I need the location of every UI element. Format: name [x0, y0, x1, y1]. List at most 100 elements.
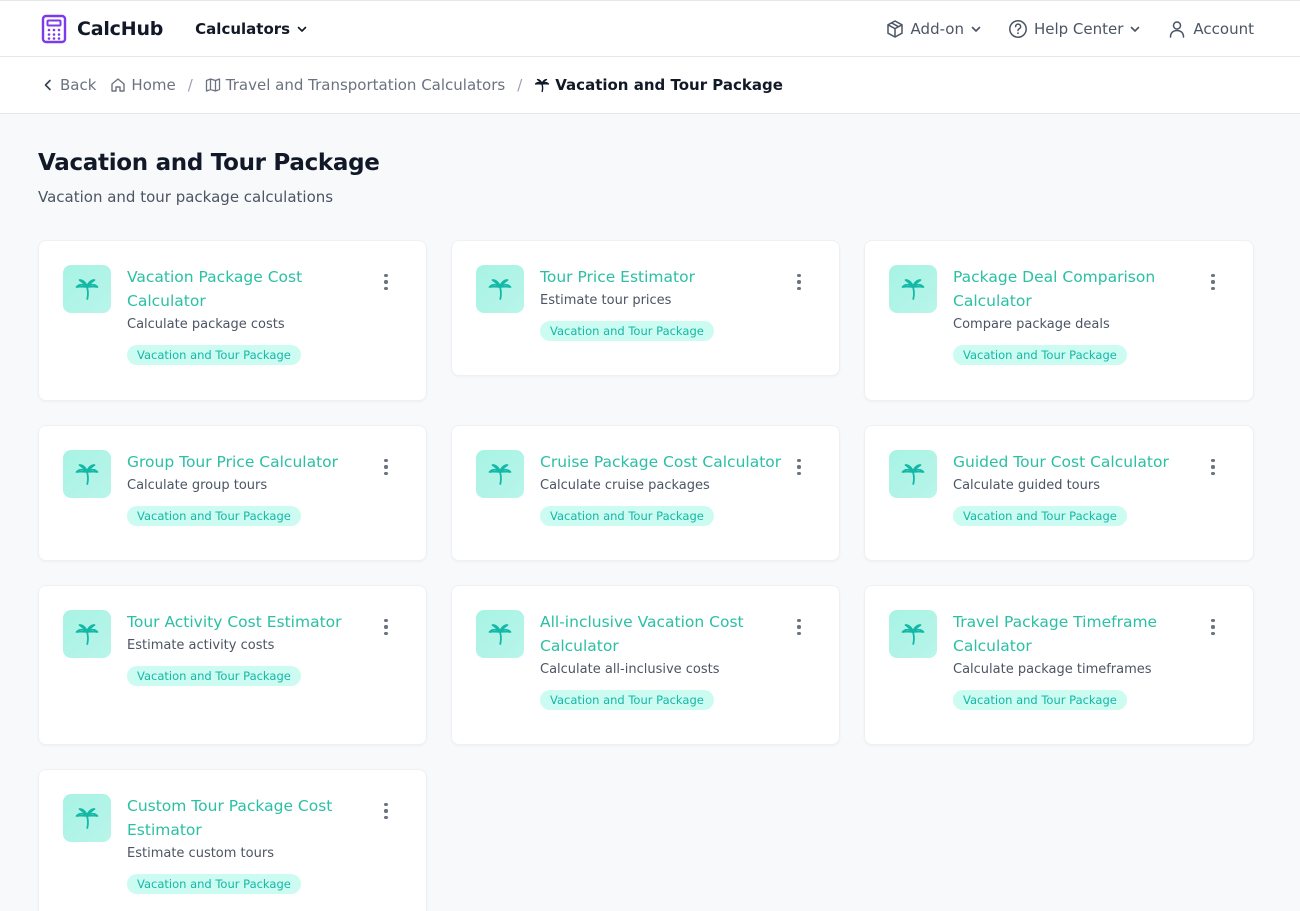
more-options-button[interactable]	[378, 456, 394, 478]
breadcrumb-separator: /	[517, 76, 523, 94]
more-vertical-icon-dot	[384, 802, 388, 807]
card-description: Calculate package timeframes	[953, 662, 1152, 677]
brand-link[interactable]: CalcHub	[41, 14, 163, 44]
card-description: Calculate all-inclusive costs	[540, 662, 720, 677]
card-body: Custom Tour Package Cost Estimator Estim…	[127, 794, 402, 911]
category-tag[interactable]: Vacation and Tour Package	[953, 690, 1127, 710]
calculators-menu-label: Calculators	[195, 19, 291, 38]
card-title[interactable]: Custom Tour Package Cost Estimator	[127, 794, 374, 842]
category-tag[interactable]: Vacation and Tour Package	[953, 506, 1127, 526]
card-title[interactable]: Package Deal Comparison Calculator	[953, 265, 1201, 313]
more-vertical-icon-dot	[1211, 631, 1215, 636]
addon-menu[interactable]: Add-on	[885, 19, 982, 39]
back-label: Back	[60, 76, 97, 94]
card-description: Calculate cruise packages	[540, 478, 710, 493]
calculator-card[interactable]: Vacation Package Cost Calculator Calcula…	[38, 240, 427, 401]
breadcrumb-category[interactable]: Travel and Transportation Calculators	[205, 76, 505, 94]
more-vertical-icon-dot	[1211, 286, 1215, 291]
more-vertical-icon-dot	[797, 286, 801, 291]
help-center-label: Help Center	[1033, 19, 1124, 38]
calculator-grid: Vacation Package Cost Calculator Calcula…	[38, 240, 1254, 911]
more-vertical-icon-dot	[797, 273, 801, 278]
more-options-button[interactable]	[378, 616, 394, 638]
calculator-card[interactable]: Tour Price Estimator Estimate tour price…	[451, 240, 840, 376]
card-title[interactable]: Cruise Package Cost Calculator	[540, 450, 787, 474]
more-options-button[interactable]	[1205, 616, 1221, 638]
breadcrumb-separator: /	[187, 76, 193, 94]
more-options-button[interactable]	[1205, 271, 1221, 293]
card-title[interactable]: Tour Price Estimator	[540, 265, 787, 289]
card-description: Calculate group tours	[127, 478, 268, 493]
more-vertical-icon-dot	[384, 625, 388, 629]
more-vertical-icon-dot	[384, 618, 388, 623]
card-body: Travel Package Timeframe Calculator Calc…	[953, 610, 1229, 744]
more-vertical-icon-dot	[1211, 625, 1215, 629]
chevron-down-icon	[297, 26, 307, 32]
more-vertical-icon-dot	[797, 458, 801, 463]
more-options-button[interactable]	[1205, 456, 1221, 478]
more-vertical-icon-dot	[1211, 471, 1215, 476]
map-icon	[205, 78, 220, 92]
calculator-icon	[41, 14, 67, 44]
card-description: Estimate custom tours	[127, 846, 274, 861]
brand-name: CalcHub	[77, 17, 164, 40]
card-title[interactable]: Guided Tour Cost Calculator	[953, 450, 1201, 474]
category-tag[interactable]: Vacation and Tour Package	[127, 874, 301, 894]
top-nav: CalcHub Calculators Add-on Help Center A…	[0, 0, 1300, 57]
calculator-card[interactable]: Group Tour Price Calculator Calculate gr…	[38, 425, 427, 561]
card-title[interactable]: Group Tour Price Calculator	[127, 450, 374, 474]
palm-tree-icon	[63, 610, 111, 658]
calculator-card[interactable]: Guided Tour Cost Calculator Calculate gu…	[864, 425, 1254, 561]
breadcrumb-current: Vacation and Tour Package	[534, 76, 783, 94]
more-vertical-icon-dot	[384, 286, 388, 291]
card-title[interactable]: Tour Activity Cost Estimator	[127, 610, 374, 634]
more-vertical-icon-dot	[384, 458, 388, 463]
calculator-card[interactable]: Custom Tour Package Cost Estimator Estim…	[38, 769, 427, 911]
category-tag[interactable]: Vacation and Tour Package	[127, 666, 301, 686]
more-options-button[interactable]	[791, 271, 807, 293]
nav-right: Add-on Help Center Account	[885, 19, 1254, 39]
account-label: Account	[1193, 19, 1254, 38]
category-tag[interactable]: Vacation and Tour Package	[953, 345, 1127, 365]
category-tag[interactable]: Vacation and Tour Package	[127, 506, 301, 526]
card-title[interactable]: All-inclusive Vacation Cost Calculator	[540, 610, 787, 658]
account-link[interactable]: Account	[1167, 19, 1254, 39]
more-options-button[interactable]	[378, 271, 394, 293]
more-options-button[interactable]	[791, 616, 807, 638]
calculator-card[interactable]: Package Deal Comparison Calculator Compa…	[864, 240, 1254, 401]
back-button[interactable]: Back	[41, 76, 96, 94]
card-body: Vacation Package Cost Calculator Calcula…	[127, 265, 402, 400]
calculator-card[interactable]: Tour Activity Cost Estimator Estimate ac…	[38, 585, 427, 745]
category-tag[interactable]: Vacation and Tour Package	[540, 690, 714, 710]
more-vertical-icon-dot	[384, 631, 388, 636]
calculator-card[interactable]: Travel Package Timeframe Calculator Calc…	[864, 585, 1254, 745]
help-center-menu[interactable]: Help Center	[1008, 19, 1141, 39]
more-vertical-icon-dot	[384, 273, 388, 278]
breadcrumb-current-label: Vacation and Tour Package	[555, 76, 783, 94]
card-body: Cruise Package Cost Calculator Calculate…	[540, 450, 815, 560]
palm-tree-icon	[889, 265, 937, 313]
category-tag[interactable]: Vacation and Tour Package	[540, 506, 714, 526]
more-vertical-icon-dot	[1211, 458, 1215, 463]
more-options-button[interactable]	[378, 800, 394, 822]
card-description: Estimate activity costs	[127, 638, 275, 653]
palm-tree-icon	[476, 450, 524, 498]
help-circle-icon	[1009, 19, 1027, 38]
more-options-button[interactable]	[791, 456, 807, 478]
calculator-card[interactable]: Cruise Package Cost Calculator Calculate…	[451, 425, 840, 561]
more-vertical-icon-dot	[1211, 273, 1215, 278]
category-tag[interactable]: Vacation and Tour Package	[540, 321, 714, 341]
more-vertical-icon-dot	[384, 465, 388, 469]
card-title[interactable]: Travel Package Timeframe Calculator	[953, 610, 1201, 658]
calculators-menu[interactable]: Calculators	[195, 20, 308, 38]
page-title: Vacation and Tour Package	[38, 150, 380, 176]
palm-tree-icon	[889, 610, 937, 658]
breadcrumb-home[interactable]: Home	[110, 76, 176, 94]
more-vertical-icon-dot	[1211, 280, 1215, 284]
card-title[interactable]: Vacation Package Cost Calculator	[127, 265, 374, 313]
more-vertical-icon-dot	[384, 815, 388, 820]
category-tag[interactable]: Vacation and Tour Package	[127, 345, 301, 365]
card-description: Estimate tour prices	[540, 293, 672, 308]
calculator-card[interactable]: All-inclusive Vacation Cost Calculator C…	[451, 585, 840, 745]
chevron-down-icon	[1131, 26, 1140, 32]
